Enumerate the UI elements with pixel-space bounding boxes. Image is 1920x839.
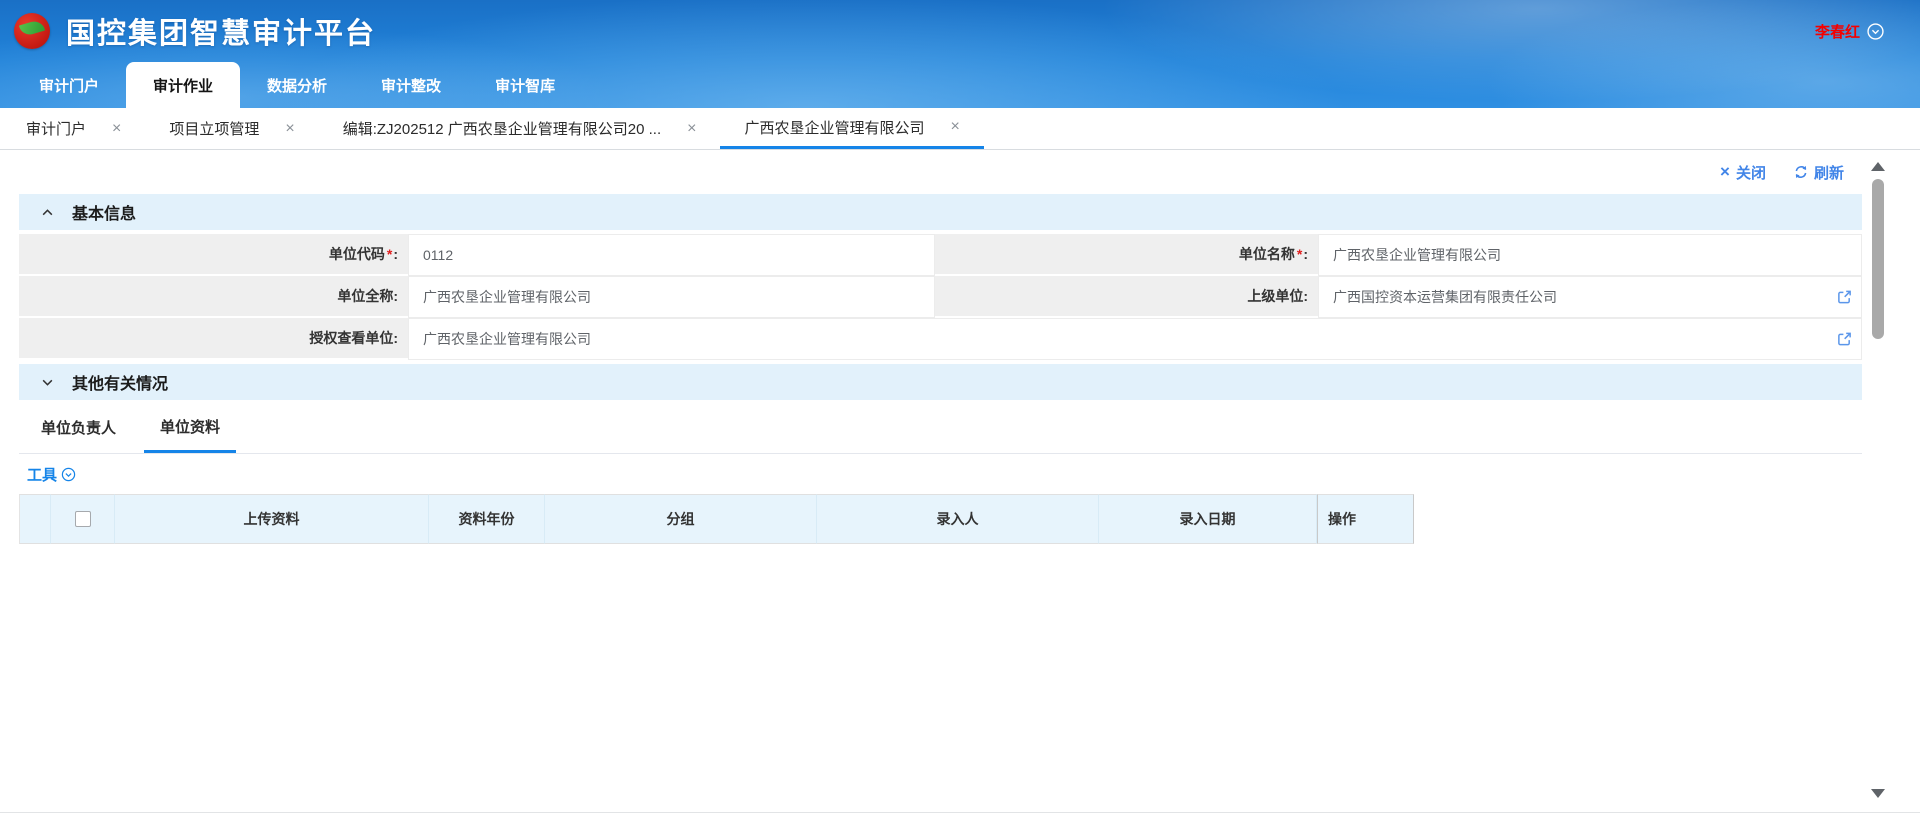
other-info-subtabs: 单位负责人 单位资料 bbox=[19, 402, 1862, 454]
company-logo-icon bbox=[14, 13, 50, 49]
refresh-page-button[interactable]: 刷新 bbox=[1794, 162, 1844, 183]
nav-item-audit-work[interactable]: 审计作业 bbox=[126, 62, 240, 108]
subtab-unit-manager[interactable]: 单位负责人 bbox=[25, 402, 132, 453]
tab-label: 编辑:ZJ202512 广西农垦企业管理有限公司20 ... bbox=[343, 118, 661, 139]
tab-audit-portal[interactable]: 审计门户 × bbox=[2, 108, 145, 149]
scrollbar-thumb[interactable] bbox=[1872, 179, 1884, 339]
user-menu[interactable]: 李春红 bbox=[1815, 21, 1884, 42]
unit-code-label: 单位代码*: bbox=[19, 234, 408, 276]
subtab-unit-materials[interactable]: 单位资料 bbox=[144, 402, 236, 453]
nav-item-audit-knowledge[interactable]: 审计智库 bbox=[468, 62, 582, 108]
table-col-entry-by: 录入人 bbox=[817, 494, 1099, 544]
section-title: 其他有关情况 bbox=[72, 370, 168, 394]
unit-code-value-cell bbox=[408, 234, 935, 276]
basic-info-form: 单位代码*: 单位名称*: 广西农垦企业管理有限公司 单位全称: 广西农垦企业管… bbox=[19, 234, 1862, 360]
app-title: 国控集团智慧审计平台 bbox=[66, 10, 376, 52]
close-icon[interactable]: × bbox=[112, 121, 121, 137]
tab-label: 广西农垦企业管理有限公司 bbox=[744, 117, 924, 138]
page-toolbar: × 关闭 刷新 bbox=[0, 150, 1920, 194]
tab-edit-zj202512[interactable]: 编辑:ZJ202512 广西农垦企业管理有限公司20 ... × bbox=[319, 108, 721, 149]
refresh-icon bbox=[1794, 165, 1808, 179]
tab-label: 审计门户 bbox=[26, 118, 86, 139]
unit-code-input[interactable] bbox=[423, 247, 920, 263]
required-asterisk: * bbox=[1297, 246, 1302, 262]
section-other-info-header[interactable]: 其他有关情况 bbox=[19, 364, 1862, 400]
table-col-action: 操作 bbox=[1317, 494, 1414, 544]
primary-nav: 审计门户 审计作业 数据分析 审计整改 审计智库 bbox=[0, 62, 1920, 108]
nav-item-audit-rectification[interactable]: 审计整改 bbox=[354, 62, 468, 108]
close-icon: × bbox=[1720, 162, 1730, 182]
scroll-down-arrow-icon[interactable] bbox=[1871, 789, 1885, 798]
section-title: 基本信息 bbox=[72, 200, 136, 224]
nav-item-data-analysis[interactable]: 数据分析 bbox=[240, 62, 354, 108]
close-label: 关闭 bbox=[1736, 162, 1766, 183]
unit-full-name-value: 广西农垦企业管理有限公司 bbox=[408, 276, 935, 318]
tab-label: 项目立项管理 bbox=[169, 118, 259, 139]
form-row-1: 单位代码*: 单位名称*: 广西农垦企业管理有限公司 bbox=[19, 234, 1862, 276]
unit-full-name-label: 单位全称: bbox=[19, 276, 408, 318]
form-row-2: 单位全称: 广西农垦企业管理有限公司 上级单位: 广西国控资本运营集团有限责任公… bbox=[19, 276, 1862, 318]
table-col-year: 资料年份 bbox=[429, 494, 545, 544]
tabstrip-filler bbox=[984, 108, 1920, 149]
close-icon[interactable]: × bbox=[951, 119, 960, 135]
chevron-down-icon[interactable] bbox=[41, 376, 54, 389]
tab-project-approval[interactable]: 项目立项管理 × bbox=[145, 108, 318, 149]
vertical-scrollbar[interactable] bbox=[1868, 158, 1888, 802]
table-col-entry-date: 录入日期 bbox=[1099, 494, 1317, 544]
form-row-3: 授权查看单位: 广西农垦企业管理有限公司 bbox=[19, 318, 1862, 360]
open-tabs-bar: 审计门户 × 项目立项管理 × 编辑:ZJ202512 广西农垦企业管理有限公司… bbox=[0, 108, 1920, 150]
close-page-button[interactable]: × 关闭 bbox=[1720, 162, 1766, 183]
materials-table-header: 上传资料 资料年份 分组 录入人 录入日期 操作 bbox=[19, 494, 1862, 544]
select-all-checkbox[interactable] bbox=[75, 511, 91, 527]
close-icon[interactable]: × bbox=[687, 121, 696, 137]
open-in-new-icon[interactable] bbox=[1837, 290, 1852, 305]
scroll-up-arrow-icon[interactable] bbox=[1871, 162, 1885, 171]
user-name[interactable]: 李春红 bbox=[1815, 21, 1860, 42]
close-icon[interactable]: × bbox=[285, 121, 294, 137]
unit-name-value: 广西农垦企业管理有限公司 bbox=[1318, 234, 1862, 276]
table-header-filler bbox=[1414, 494, 1862, 544]
parent-unit-value: 广西国控资本运营集团有限责任公司 bbox=[1318, 276, 1862, 318]
table-col-checkbox bbox=[51, 494, 115, 544]
required-asterisk: * bbox=[387, 246, 392, 262]
banner-top-row: 国控集团智慧审计平台 李春红 bbox=[0, 0, 1920, 62]
nav-item-audit-portal[interactable]: 审计门户 bbox=[12, 62, 126, 108]
tab-guangxi-nongken[interactable]: 广西农垦企业管理有限公司 × bbox=[720, 108, 983, 149]
chevron-up-icon[interactable] bbox=[41, 206, 54, 219]
chevron-down-circle-icon[interactable] bbox=[1867, 23, 1884, 40]
authorized-view-unit-value: 广西农垦企业管理有限公司 bbox=[408, 318, 1862, 360]
main-content: × 关闭 刷新 基本信息 bbox=[0, 150, 1920, 813]
table-col-group: 分组 bbox=[545, 494, 817, 544]
form-content: 基本信息 单位代码*: 单位名称*: 广西农垦企业管理有限公司 单位全 bbox=[0, 194, 1920, 544]
section-basic-info-header[interactable]: 基本信息 bbox=[19, 194, 1862, 230]
authorized-view-unit-label: 授权查看单位: bbox=[19, 318, 408, 360]
chevron-down-circle-icon bbox=[61, 467, 76, 482]
table-col-upload: 上传资料 bbox=[115, 494, 429, 544]
parent-unit-label: 上级单位: bbox=[935, 276, 1318, 318]
top-banner: 国控集团智慧审计平台 李春红 审计门户 审计作业 数据分析 审计整改 审计智库 bbox=[0, 0, 1920, 108]
unit-name-label: 单位名称*: bbox=[935, 234, 1318, 276]
tools-dropdown[interactable]: 工具 bbox=[19, 454, 1862, 494]
open-in-new-icon[interactable] bbox=[1837, 332, 1852, 347]
tools-label: 工具 bbox=[27, 464, 57, 485]
refresh-label: 刷新 bbox=[1814, 162, 1844, 183]
table-col-rownum bbox=[19, 494, 51, 544]
